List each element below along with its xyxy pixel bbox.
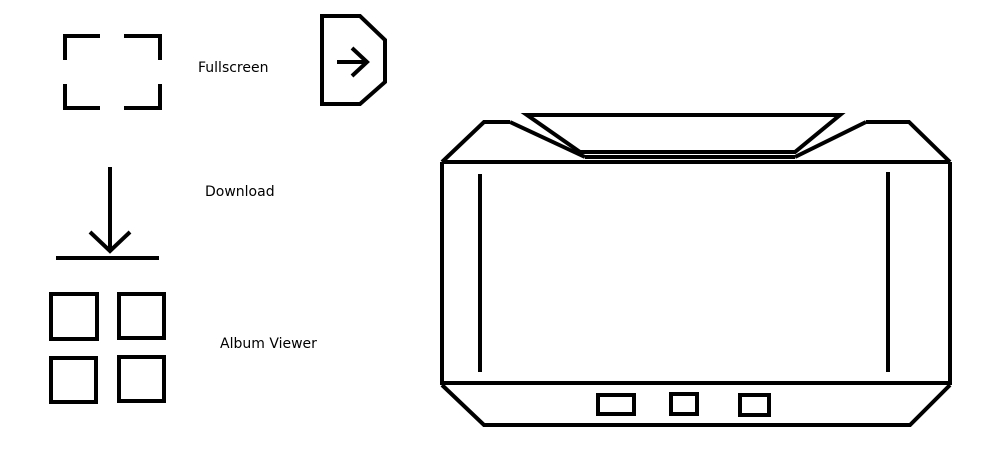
device-top-handle: [520, 113, 846, 154]
device-button-left: [596, 393, 636, 416]
exit-arrow-icon[interactable]: [320, 14, 387, 106]
sketch-canvas: [49, 14, 952, 427]
device-button-right: [738, 393, 771, 417]
download-icon[interactable]: [56, 167, 159, 260]
fullscreen-label: Fullscreen: [198, 60, 269, 76]
fullscreen-icon[interactable]: [63, 34, 162, 110]
album-viewer-label: Album Viewer: [220, 336, 317, 352]
device-button-middle: [669, 392, 699, 416]
download-label: Download: [205, 184, 275, 200]
device-frame: [440, 113, 952, 427]
album-viewer-icon[interactable]: [49, 292, 166, 404]
